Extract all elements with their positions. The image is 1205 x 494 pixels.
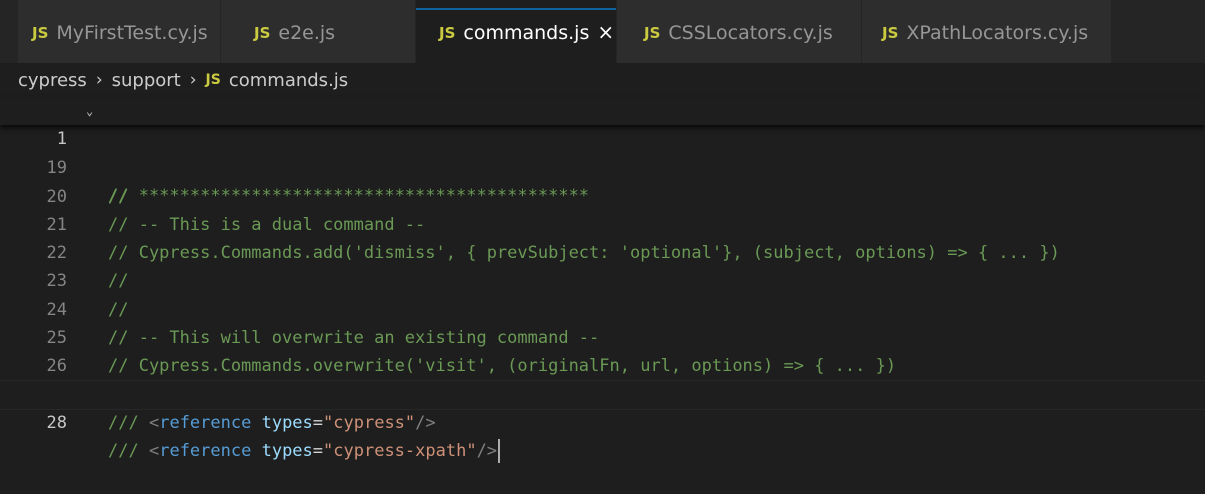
tab-bar: JS MyFirstTest.cy.js JS e2e.js JS comman… [0,0,1205,63]
triple-slash: /// [108,412,139,433]
code-line[interactable]: 24 // -- This will overwrite an existing… [0,267,1205,348]
javascript-file-icon: JS [32,24,49,42]
chevron-right-icon: › [189,70,197,90]
code-line[interactable]: 23 // [0,239,1205,319]
tab-myfirsttest[interactable]: JS MyFirstTest.cy.js [18,0,221,63]
tab-csslocators[interactable]: JS CSSLocators.cy.js [617,0,862,63]
tag-close: /> [476,441,498,462]
tab-label: XPathLocators.cy.js [906,22,1089,44]
tab-xpathlocators[interactable]: JS XPathLocators.cy.js [862,0,1112,63]
attribute-name: types [261,412,313,433]
code-text: // *************************************… [108,185,590,206]
tag-close: /> [415,412,436,433]
breadcrumb-item-file[interactable]: commands.js [229,70,348,91]
line-number: 28 [46,412,67,433]
tag-name: reference [159,441,252,462]
breadcrumb: cypress › support › JS commands.js [0,63,1205,97]
tab-commands[interactable]: JS commands.js × [416,0,617,63]
code-line-current[interactable]: 28 /// <reference types="cypress-xpath"/… [0,379,1205,464]
tag-open: < [148,441,160,462]
code-line[interactable]: 27 /// <reference types="cypress"/> [0,352,1205,433]
attribute-value: "cypress" [323,412,416,433]
tab-e2e[interactable]: JS e2e.js [221,0,416,63]
breadcrumb-item-cypress[interactable]: cypress [18,70,87,91]
javascript-file-icon: JS [882,24,899,42]
code-line[interactable]: 20 // -- This is a dual command -- [0,154,1205,235]
tab-label: commands.js [463,22,590,44]
code-editor[interactable]: 1 ⌄ // *********************************… [0,97,1205,483]
tab-label: CSSLocators.cy.js [668,22,833,44]
code-line[interactable]: 25 // Cypress.Commands.overwrite('visit'… [0,296,1205,376]
tab-label: e2e.js [278,22,336,44]
sticky-scroll-line[interactable]: 1 ⌄ // *********************************… [0,97,1205,206]
attribute-value: "cypress-xpath" [323,441,477,462]
code-line[interactable]: 26 [0,324,1205,376]
tab-list: JS MyFirstTest.cy.js JS e2e.js JS comman… [18,0,1112,63]
tag-open: < [148,412,160,433]
code-line[interactable]: 22 // [0,211,1205,291]
code-text: /// <reference types="cypress-xpath"/> [108,437,501,465]
attribute-name: types [261,441,313,462]
code-lines: 19 // 20 // -- This is a dual command --… [0,126,1205,464]
text-cursor [498,439,501,464]
chevron-right-icon: › [95,70,103,90]
tag-name: reference [159,412,252,433]
fold-chevron-icon[interactable]: ⌄ [86,97,93,125]
close-icon[interactable]: × [597,22,614,42]
javascript-file-icon: JS [254,24,271,42]
javascript-file-icon: JS [439,24,456,42]
javascript-file-icon: JS [644,24,661,42]
breadcrumb-item-support[interactable]: support [112,70,181,91]
triple-slash: /// [108,441,139,462]
equals-sign: = [312,412,324,433]
tab-label: MyFirstTest.cy.js [56,22,208,44]
code-text: /// <reference types="cypress"/> [108,409,436,437]
line-number: 1 [56,129,67,150]
javascript-file-icon: JS [205,72,221,88]
equals-sign: = [312,441,324,462]
code-line[interactable]: 19 // [0,126,1205,206]
